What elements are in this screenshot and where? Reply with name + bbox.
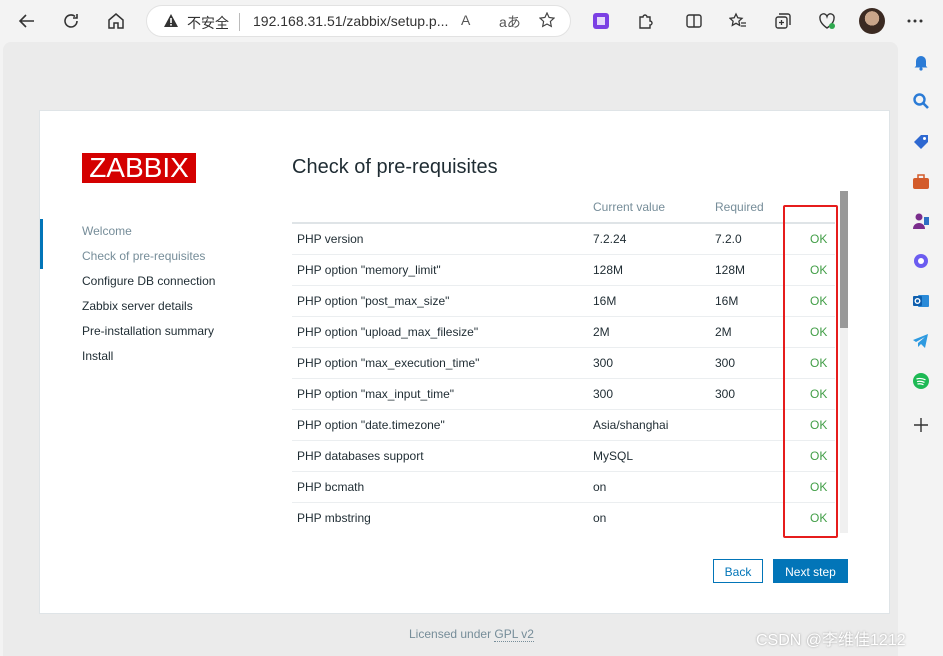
header-current-value: Current value — [593, 191, 715, 224]
gpl-link[interactable]: GPL v2 — [494, 627, 534, 642]
home-icon[interactable] — [103, 8, 129, 34]
step-preinstall-summary: Pre-installation summary — [82, 324, 215, 338]
row-name: PHP option "max_execution_time" — [292, 347, 593, 379]
page-title: Check of pre-requisites — [292, 156, 498, 178]
copilot-icon[interactable] — [910, 250, 932, 272]
url-text[interactable]: 192.168.31.51/zabbix/setup.p... — [253, 13, 448, 29]
extensions-puzzle-icon[interactable] — [632, 8, 658, 34]
row-current: 300 — [593, 378, 715, 410]
tag-icon[interactable] — [910, 131, 932, 153]
row-current: on — [593, 471, 715, 503]
row-current: on — [593, 502, 715, 533]
more-menu-icon[interactable] — [902, 8, 928, 34]
row-current: 128M — [593, 254, 715, 286]
row-name: PHP bcmath — [292, 471, 593, 503]
step-check-prerequisites: Check of pre-requisites — [40, 244, 280, 269]
row-name: PHP option "max_input_time" — [292, 378, 593, 410]
row-name: PHP option "post_max_size" — [292, 285, 593, 317]
games-icon[interactable] — [910, 210, 932, 232]
back-button[interactable]: Back — [713, 559, 763, 583]
row-current: 2M — [593, 316, 715, 348]
warning-icon[interactable] — [163, 13, 179, 34]
ok-column-highlight-box — [783, 205, 838, 538]
next-step-button[interactable]: Next step — [773, 559, 848, 583]
table-scrollbar[interactable] — [840, 191, 848, 533]
row-name: PHP databases support — [292, 440, 593, 472]
translate-icon[interactable]: aあ — [499, 12, 521, 32]
header-name — [292, 191, 593, 224]
browser-essentials-icon[interactable] — [814, 8, 840, 34]
prerequisites-table: Current value Required PHP version 7.2.24… — [292, 191, 835, 533]
step-configure-db: Configure DB connection — [82, 274, 216, 288]
back-arrow-icon[interactable] — [14, 8, 40, 34]
row-current: 16M — [593, 285, 715, 317]
row-current: 7.2.24 — [593, 223, 715, 255]
extension-purple-icon[interactable] — [588, 8, 614, 34]
row-name: PHP option "upload_max_filesize" — [292, 316, 593, 348]
license-prefix: Licensed under — [409, 627, 495, 641]
favorites-icon[interactable] — [725, 8, 751, 34]
outlook-icon[interactable] — [910, 290, 932, 312]
table-row: PHP databases support MySQL OK — [292, 440, 835, 472]
browser-toolbar: 不安全 192.168.31.51/zabbix/setup.p... A aあ — [0, 0, 943, 42]
row-name: PHP option "memory_limit" — [292, 254, 593, 286]
zabbix-logo: ZABBIX — [82, 153, 196, 183]
csdn-watermark: CSDN @李维佳1212 — [756, 632, 906, 649]
step-install: Install — [82, 349, 114, 363]
table-header-row: Current value Required — [292, 191, 835, 224]
add-icon[interactable] — [910, 414, 932, 436]
table-row: PHP bcmath on OK — [292, 471, 835, 503]
table-row: PHP option "max_input_time" 300 300 OK — [292, 378, 835, 410]
profile-avatar[interactable] — [859, 8, 885, 34]
prerequisites-table-container[interactable]: Current value Required PHP version 7.2.24… — [292, 191, 848, 533]
insecure-label: 不安全 — [187, 15, 229, 31]
search-icon[interactable] — [910, 90, 932, 112]
table-row: PHP option "memory_limit" 128M 128M OK — [292, 254, 835, 286]
table-row: PHP option "max_execution_time" 300 300 OK — [292, 347, 835, 379]
table-scrollbar-thumb[interactable] — [840, 191, 848, 328]
telegram-icon[interactable] — [910, 330, 932, 352]
table-row: PHP option "post_max_size" 16M 16M OK — [292, 285, 835, 317]
spotify-icon[interactable] — [910, 370, 932, 392]
address-bar[interactable]: 不安全 192.168.31.51/zabbix/setup.p... A aあ — [146, 5, 571, 37]
address-separator — [239, 13, 240, 31]
bell-icon[interactable] — [910, 51, 932, 73]
row-current: 300 — [593, 347, 715, 379]
row-current: MySQL — [593, 440, 715, 472]
table-row: PHP mbstring on OK — [292, 502, 835, 533]
table-row: PHP version 7.2.24 7.2.0 OK — [292, 223, 835, 255]
favorite-star-icon[interactable] — [538, 11, 556, 31]
row-name: PHP mbstring — [292, 502, 593, 533]
collections-icon[interactable] — [770, 8, 796, 34]
split-screen-icon[interactable] — [681, 8, 707, 34]
setup-steps-nav: Welcome Check of pre-requisites Configur… — [40, 219, 280, 369]
refresh-icon[interactable] — [58, 8, 84, 34]
browser-sidebar — [900, 42, 943, 656]
toolbox-icon[interactable] — [910, 171, 932, 193]
row-name: PHP version — [292, 223, 593, 255]
table-row: PHP option "upload_max_filesize" 2M 2M OK — [292, 316, 835, 348]
step-server-details: Zabbix server details — [82, 299, 193, 313]
step-welcome: Welcome — [40, 219, 280, 244]
read-aloud-icon[interactable]: A — [461, 12, 470, 28]
row-name: PHP option "date.timezone" — [292, 409, 593, 441]
row-current: Asia/shanghai — [593, 409, 715, 441]
table-row: PHP option "date.timezone" Asia/shanghai O… — [292, 409, 835, 441]
